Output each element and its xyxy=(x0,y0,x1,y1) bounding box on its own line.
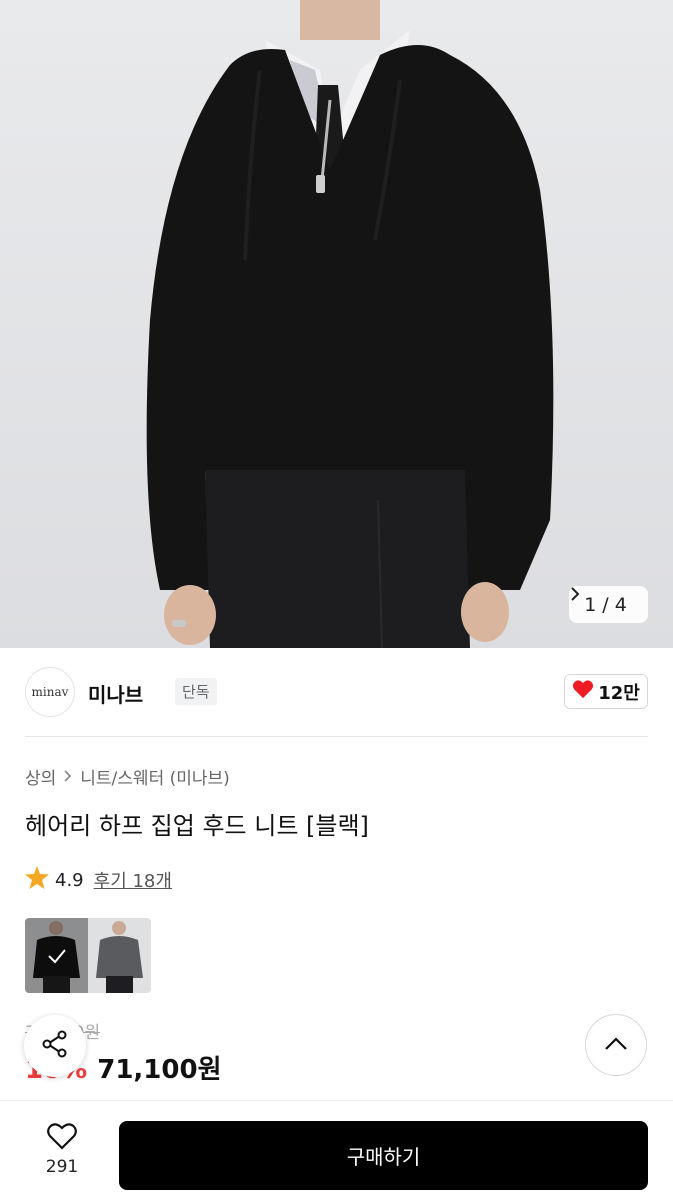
brand-name[interactable]: 미나브 xyxy=(88,679,143,708)
product-image[interactable]: 1 / 4 xyxy=(0,0,673,648)
star-icon xyxy=(25,866,49,894)
brand-like-count: 12만 xyxy=(598,682,640,704)
product-title: 헤어리 하프 집업 후드 니트 [블랙] xyxy=(25,812,369,840)
product-photo xyxy=(146,0,554,648)
chevron-right-icon xyxy=(64,767,72,786)
wishlist-count: 291 xyxy=(45,1157,79,1177)
color-option-gray-photo xyxy=(96,921,143,993)
breadcrumb-subcategory[interactable]: 니트/스웨터 (미나브) xyxy=(80,764,230,789)
sale-price: 71,100원 xyxy=(97,1055,222,1085)
breadcrumb: 상의 니트/스웨터 (미나브) xyxy=(25,764,230,789)
wishlist-button[interactable]: 291 xyxy=(30,1121,94,1177)
brand-like-button[interactable]: 12만 xyxy=(564,674,648,709)
chevron-up-icon xyxy=(604,1036,628,1055)
brand-logo-text: minav xyxy=(31,685,69,699)
exclusive-badge: 단독 xyxy=(175,678,217,705)
color-option-gray[interactable] xyxy=(88,918,151,993)
rating-score: 4.9 xyxy=(55,869,84,891)
image-counter[interactable]: 1 / 4 xyxy=(569,586,648,623)
divider xyxy=(25,736,648,737)
reviews-link[interactable]: 후기 18개 xyxy=(94,867,172,893)
brand-row: minav 미나브 단독 12만 xyxy=(25,667,648,717)
scroll-top-button[interactable] xyxy=(585,1014,647,1076)
share-button[interactable] xyxy=(24,1015,86,1077)
breadcrumb-category[interactable]: 상의 xyxy=(25,764,56,789)
check-icon xyxy=(25,918,88,993)
image-counter-separator: / xyxy=(602,593,609,616)
color-option-black[interactable] xyxy=(25,918,88,993)
color-options xyxy=(25,918,151,993)
brand-logo[interactable]: minav xyxy=(25,667,75,717)
share-icon xyxy=(40,1029,70,1063)
heart-outline-icon xyxy=(46,1123,78,1155)
rating-row: 4.9 후기 18개 xyxy=(25,866,172,894)
image-counter-current: 1 xyxy=(584,593,597,616)
heart-filled-icon xyxy=(572,679,594,704)
bottom-bar: 291 구매하기 xyxy=(0,1100,673,1201)
image-counter-total: 4 xyxy=(614,593,627,616)
buy-button[interactable]: 구매하기 xyxy=(119,1121,648,1190)
